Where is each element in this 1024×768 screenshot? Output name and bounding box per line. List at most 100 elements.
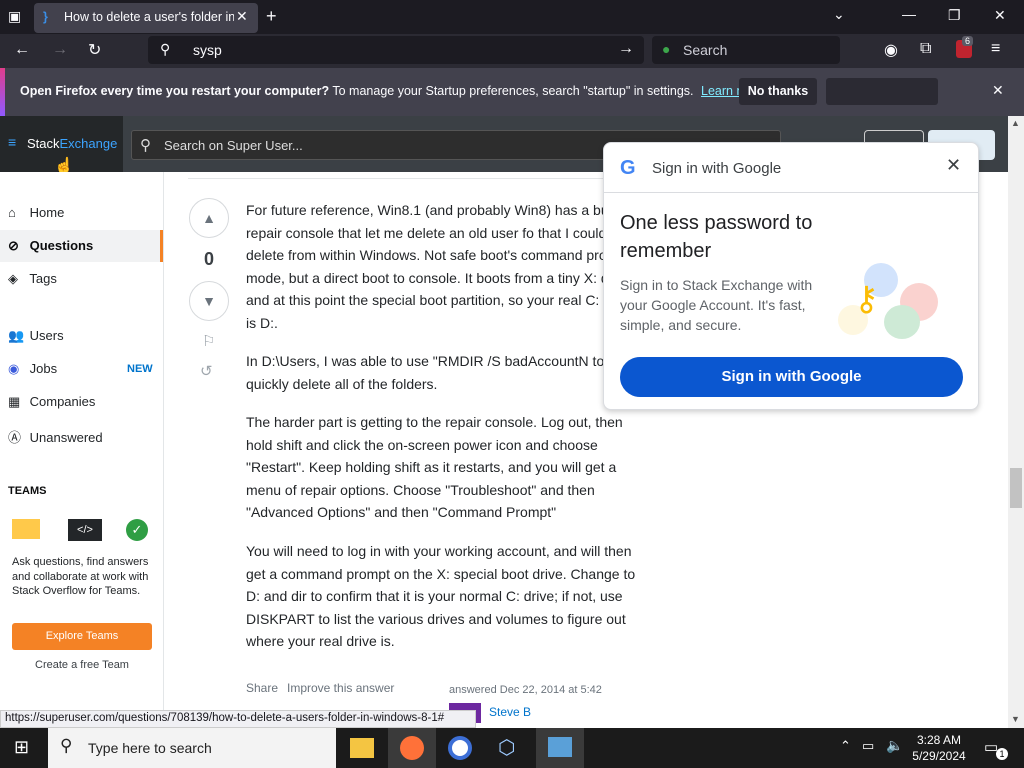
upvote-button[interactable]: ▲	[189, 198, 229, 238]
show-hidden-icons-icon[interactable]: ⌃	[840, 738, 851, 754]
search-bar[interactable]: ● Search	[652, 36, 840, 64]
back-icon[interactable]: ←	[14, 41, 30, 59]
reload-icon[interactable]: ↻	[88, 40, 101, 60]
close-popup-icon[interactable]: ✕	[946, 155, 961, 176]
new-badge: NEW	[127, 363, 153, 375]
popup-body: Sign in to Stack Exchange with your Goog…	[620, 277, 813, 333]
scroll-down-icon[interactable]: ▼	[1011, 714, 1020, 724]
search-engine-icon: ●	[662, 41, 671, 57]
sidebar-item-unanswered[interactable]: Ⓐ Unanswered	[8, 427, 103, 446]
vote-score: 0	[203, 249, 214, 269]
tab-overview-icon[interactable]: ▣	[8, 8, 21, 25]
extensions-icon[interactable]: ⧉	[920, 40, 931, 58]
answer-paragraph: In D:\Users, I was able to use "RMDIR /S…	[246, 353, 605, 392]
forward-icon[interactable]: →	[52, 41, 68, 59]
key-illustration-icon: ⚷	[834, 261, 954, 341]
clock-date: 5/29/2024	[912, 749, 966, 763]
menu-icon[interactable]: ≡	[991, 40, 1000, 58]
create-team-link[interactable]: Create a free Team	[12, 659, 152, 671]
list-tabs-icon[interactable]: ⌄	[833, 6, 845, 23]
notification-text: To manage your Startup preferences, sear…	[332, 84, 694, 98]
sidebar-item-jobs[interactable]: ◉ Jobs	[8, 361, 57, 377]
settings-button[interactable]	[826, 78, 938, 105]
history-icon[interactable]: ↺	[200, 362, 213, 380]
account-icon[interactable]: ◉	[884, 40, 898, 60]
teams-illustration: </> ✓	[12, 519, 152, 541]
search-bar-placeholder: Search	[683, 42, 728, 58]
restore-icon[interactable]: ❐	[948, 7, 961, 24]
google-logo-icon: G	[620, 157, 636, 179]
popup-title: One less password to remember	[620, 212, 813, 262]
sidebar-item-home[interactable]: ⌂ Home	[8, 205, 64, 220]
windows-start-icon[interactable]: ⊞	[14, 737, 29, 758]
stackexchange-logo[interactable]: ≡ StackExchange ☝	[0, 116, 123, 175]
notification-accent	[0, 68, 5, 116]
url-bar[interactable]: ⚲ sysp →	[148, 36, 644, 64]
google-signin-popup: G Sign in with Google ✕ One less passwor…	[603, 142, 979, 410]
scroll-up-icon[interactable]: ▲	[1011, 118, 1020, 128]
clock[interactable]: 3:28 AM 5/29/2024	[908, 732, 970, 764]
sidebar-item-label: Unanswered	[29, 430, 103, 445]
sidebar-item-label: Tags	[29, 271, 57, 286]
answer-divider	[188, 178, 642, 179]
tag-icon: ◈	[8, 271, 18, 286]
sidebar-item-users[interactable]: 👥 Users	[8, 328, 64, 344]
answer-paragraph: For future reference, Win8.1 (and probab…	[246, 202, 636, 331]
building-icon: ▦	[8, 394, 21, 409]
left-sidebar: ⌂ Home ⊘ Questions ◈ Tags 👥 Users ◉ Jobs…	[0, 172, 164, 712]
close-tab-icon[interactable]: ✕	[236, 8, 248, 25]
tab-active[interactable]: } How to delete a user's folder in W ✕	[34, 3, 258, 33]
improve-answer-link[interactable]: Improve this answer	[287, 681, 394, 695]
popup-divider	[604, 192, 978, 193]
virtualbox-icon[interactable]: ⬡	[498, 735, 515, 760]
sidebar-item-label: Jobs	[29, 361, 58, 376]
remote-desktop-taskbar-button[interactable]	[536, 728, 584, 768]
site-search-placeholder: Search on Super User...	[164, 138, 303, 153]
minimize-icon[interactable]: —	[902, 6, 916, 22]
new-tab-icon[interactable]: +	[266, 6, 277, 27]
share-link[interactable]: Share	[246, 681, 278, 695]
link-status-url: https://superuser.com/questions/708139/h…	[0, 710, 476, 728]
questions-icon: ⊘	[8, 238, 19, 253]
close-notification-icon[interactable]: ✕	[992, 82, 1004, 99]
logo-exchange: Exchange	[59, 136, 118, 151]
search-icon: ⚲	[60, 736, 73, 755]
scrollbar-thumb[interactable]	[1010, 468, 1022, 508]
windows-taskbar: ⊞ ⚲ Type here to search ⬡ ⌃ ▭ 🔈 3:28 AM …	[0, 728, 1024, 768]
teams-text: Ask questions, find answers and collabor…	[12, 556, 149, 597]
explore-teams-button[interactable]: Explore Teams	[12, 623, 152, 650]
sidebar-item-label: Companies	[29, 394, 96, 409]
sidebar-item-label: Users	[29, 328, 64, 343]
taskbar-search-input[interactable]: ⚲ Type here to search	[48, 728, 336, 768]
no-thanks-button[interactable]: No thanks	[739, 78, 817, 105]
teams-heading: TEAMS	[8, 485, 47, 497]
tab-strip: ▣ } How to delete a user's folder in W ✕…	[0, 0, 1024, 34]
users-icon: 👥	[8, 328, 25, 343]
downvote-button[interactable]: ▼	[189, 281, 229, 321]
notification-bold-text: Open Firefox every time you restart your…	[20, 84, 330, 98]
network-icon[interactable]: ▭	[862, 738, 874, 754]
popup-header: Sign in with Google	[652, 160, 782, 177]
sidebar-item-label: Questions	[29, 238, 94, 253]
sidebar-item-questions[interactable]: ⊘ Questions	[0, 230, 163, 262]
vertical-scrollbar[interactable]: ▲ ▼	[1008, 116, 1024, 728]
check-illustration-icon: ✓	[126, 519, 148, 541]
author-link[interactable]: Steve B	[489, 705, 531, 719]
bookmark-icon[interactable]: ⚐	[202, 332, 215, 350]
chrome-icon[interactable]	[448, 736, 472, 760]
close-window-icon[interactable]: ✕	[994, 7, 1006, 24]
url-input[interactable]: sysp	[193, 42, 222, 58]
firefox-icon	[400, 736, 424, 760]
unanswered-icon: Ⓐ	[8, 430, 22, 445]
sidebar-item-tags[interactable]: ◈ Tags	[8, 271, 57, 287]
google-signin-button[interactable]: Sign in with Google	[620, 357, 963, 397]
answer-paragraph: The harder part is getting to the repair…	[246, 414, 623, 521]
file-explorer-icon[interactable]	[350, 738, 374, 758]
firefox-taskbar-button[interactable]	[388, 728, 436, 768]
taskbar-search-placeholder: Type here to search	[88, 740, 212, 756]
sidebar-item-companies[interactable]: ▦ Companies	[8, 394, 95, 410]
volume-icon[interactable]: 🔈	[886, 737, 903, 754]
search-icon: ⚲	[160, 41, 171, 57]
go-arrow-icon[interactable]: →	[618, 40, 634, 58]
hamburger-icon[interactable]: ≡	[8, 134, 16, 150]
